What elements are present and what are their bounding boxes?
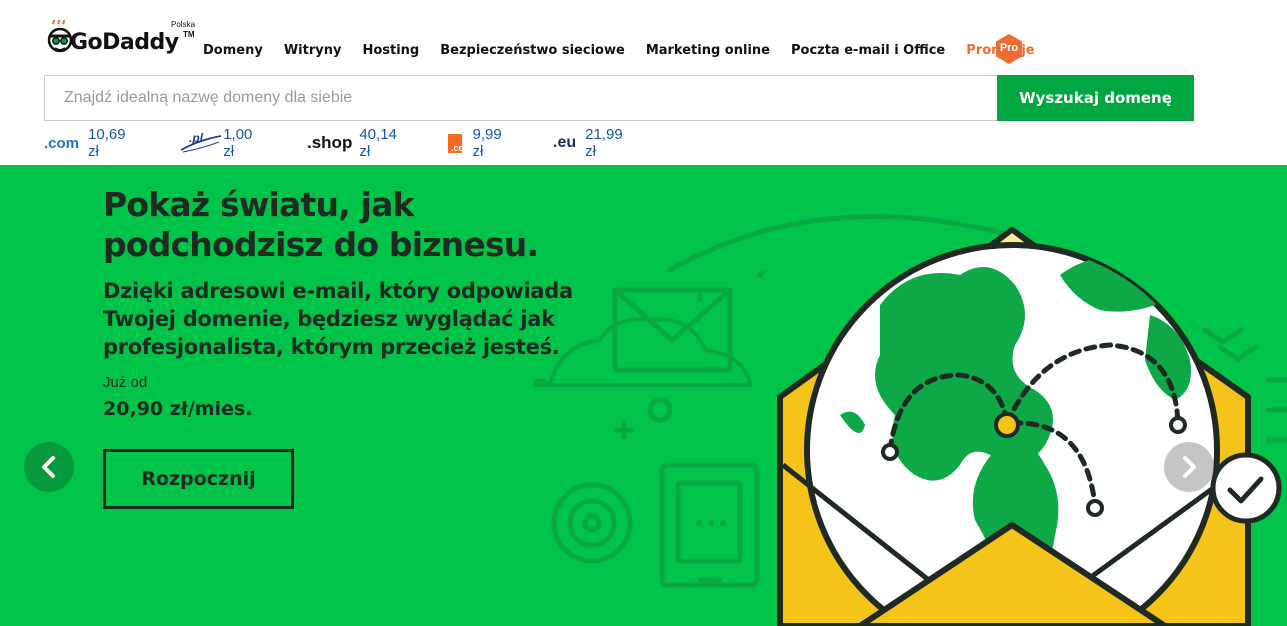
tld-co-price: 9,99 zł (472, 126, 502, 160)
hero-headline: Pokaż światu, jak podchodzisz do biznesu… (103, 185, 539, 264)
nav-marketing[interactable]: Marketing online (646, 43, 770, 58)
tld-item-com[interactable]: .com 10,69 zł (44, 126, 126, 160)
tld-com-logo: .com (44, 134, 80, 152)
pro-badge[interactable]: Pro (993, 33, 1025, 65)
tld-pl-logo: .pl (177, 130, 222, 156)
checkmark-badge (1210, 452, 1282, 524)
tld-com-price: 10,69 zł (88, 126, 126, 160)
carousel-prev-button[interactable] (24, 442, 74, 492)
main-nav: Domeny Witryny Hosting Bezpieczeństwo si… (203, 40, 1056, 60)
logo-country: Polska (171, 20, 196, 29)
carousel-next-button[interactable] (1164, 442, 1214, 492)
tld-eu-price: 21,99 zł (585, 126, 623, 160)
nav-poczta[interactable]: Poczta e-mail i Office (791, 43, 945, 58)
domain-search: Wyszukaj domenę (44, 75, 1194, 121)
price-label: Już od (103, 374, 148, 391)
bubble-dots (696, 520, 726, 526)
nav-domeny[interactable]: Domeny (203, 43, 263, 58)
tld-shop-logo: .shop (307, 133, 353, 152)
nav-hosting[interactable]: Hosting (362, 43, 419, 58)
chevron-right-icon (1183, 456, 1196, 478)
price-value: 20,90 zł/mies. (103, 398, 253, 420)
tld-shop-price: 40,14 zł (359, 126, 397, 160)
domain-search-input[interactable] (44, 75, 997, 121)
tld-item-pl[interactable]: .pl 1,00 zł (177, 126, 260, 160)
tld-co-logo: .co (448, 133, 464, 153)
start-button[interactable]: Rozpocznij (103, 449, 294, 509)
chevron-left-icon (42, 456, 55, 478)
pro-badge-label: Pro (999, 42, 1019, 54)
logo-tm: TM (183, 30, 195, 39)
nav-bezpieczenstwo[interactable]: Bezpieczeństwo sieciowe (440, 43, 625, 58)
hero-subheadline: Dzięki adresowi e-mail, który odpowiada … (103, 279, 573, 359)
hero-banner: Pokaż światu, jak podchodzisz do biznesu… (0, 165, 1287, 626)
tld-pl-price: 1,00 zł (223, 126, 253, 160)
tld-item-co[interactable]: .co 9,99 zł (448, 126, 506, 160)
nav-witryny[interactable]: Witryny (284, 43, 342, 58)
site-header: Polska GoDaddy TM Domeny Witryny Hosting… (0, 0, 1287, 165)
search-domain-button[interactable]: Wyszukaj domenę (997, 75, 1194, 121)
tld-item-eu[interactable]: .eu 21,99 zł (553, 126, 623, 160)
tld-eu-logo: .eu (553, 134, 577, 151)
tld-item-shop[interactable]: .shop 40,14 zł (307, 126, 397, 160)
godaddy-logo[interactable]: Polska GoDaddy TM (46, 18, 196, 62)
logo-wordmark: GoDaddy (70, 30, 179, 55)
